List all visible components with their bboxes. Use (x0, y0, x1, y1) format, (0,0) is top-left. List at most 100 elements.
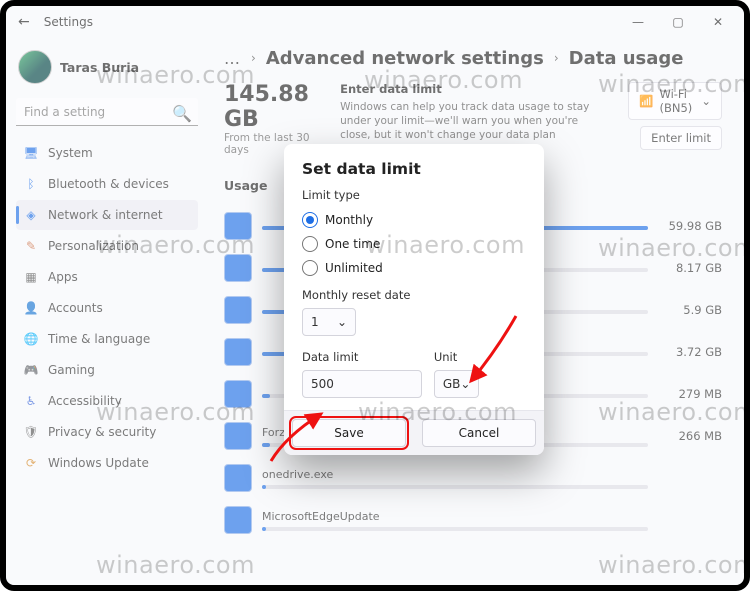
titlebar: ← Settings — ▢ ✕ (6, 6, 744, 38)
sidebar-item-accessibility[interactable]: ♿ Accessibility (16, 386, 198, 416)
avatar (18, 50, 52, 84)
app-usage-value: 266 MB (658, 429, 722, 443)
chevron-down-icon: ⌄ (337, 315, 347, 329)
app-usage-value: 5.9 GB (658, 303, 722, 317)
reset-date-select[interactable]: 1 ⌄ (302, 308, 356, 336)
sidebar-item-apps[interactable]: ▦ Apps (16, 262, 198, 292)
sidebar-item-label: Bluetooth & devices (48, 177, 169, 191)
search-input[interactable] (16, 98, 198, 126)
breadcrumb-parent[interactable]: Advanced network settings (266, 48, 544, 69)
sidebar-item-label: Time & language (48, 332, 150, 346)
enter-limit-button[interactable]: Enter limit (640, 126, 722, 150)
data-limit-label: Data limit (302, 350, 422, 364)
nav-icon: ᛒ (24, 177, 38, 191)
sidebar-item-privacy-security[interactable]: 🛡 Privacy & security (16, 417, 198, 447)
app-row: onedrive.exe (224, 457, 722, 499)
sidebar-item-label: Privacy & security (48, 425, 156, 439)
nav-icon: 🛡 (24, 425, 38, 439)
sidebar-item-time-language[interactable]: 🌐 Time & language (16, 324, 198, 354)
radio-onetime-label: One time (325, 237, 380, 251)
save-button[interactable]: Save (292, 419, 406, 447)
sidebar-item-label: Accessibility (48, 394, 122, 408)
limit-hint-body: Windows can help you track data usage to… (340, 101, 589, 141)
user-name: Taras Buria (60, 60, 139, 75)
app-icon (224, 212, 252, 240)
sidebar-item-label: Gaming (48, 363, 95, 377)
nav-icon: ⟳ (24, 456, 38, 470)
radio-icon (302, 260, 318, 276)
sidebar-item-bluetooth-devices[interactable]: ᛒ Bluetooth & devices (16, 169, 198, 199)
unit-select[interactable]: GB ⌄ (434, 370, 480, 398)
sidebar-item-windows-update[interactable]: ⟳ Windows Update (16, 448, 198, 478)
app-usage-value: 59.98 GB (658, 219, 722, 233)
app-icon (224, 296, 252, 324)
chevron-right-icon: › (251, 51, 256, 65)
app-usage-value: 3.72 GB (658, 345, 722, 359)
radio-icon (302, 236, 318, 252)
total-usage: 145.88 GB (224, 82, 322, 132)
close-button[interactable]: ✕ (698, 8, 738, 36)
sidebar-item-accounts[interactable]: 👤 Accounts (16, 293, 198, 323)
nav-icon: ▦ (24, 270, 38, 284)
app-icon (224, 506, 252, 534)
sidebar-item-network-internet[interactable]: ◈ Network & internet (16, 200, 198, 230)
unit-value: GB (443, 377, 461, 391)
set-data-limit-dialog: Set data limit Limit type Monthly One ti… (284, 144, 544, 455)
nav-icon: 👤 (24, 301, 38, 315)
window-title: Settings (44, 15, 93, 29)
app-name: MicrosoftEdgeUpdate (262, 510, 648, 523)
app-row: MicrosoftEdgeUpdate (224, 499, 722, 541)
search-box[interactable]: 🔍 (16, 98, 198, 126)
cancel-button[interactable]: Cancel (422, 419, 536, 447)
radio-monthly-label: Monthly (325, 213, 373, 227)
radio-unlimited-label: Unlimited (325, 261, 383, 275)
app-usage-value: 8.17 GB (658, 261, 722, 275)
nav-icon: 🎮 (24, 363, 38, 377)
dialog-title: Set data limit (302, 160, 526, 178)
app-usage-value: 279 MB (658, 387, 722, 401)
sidebar-item-personalization[interactable]: ✎ Personalization (16, 231, 198, 261)
app-icon (224, 422, 252, 450)
breadcrumb-current: Data usage (569, 48, 684, 69)
unit-label: Unit (434, 350, 526, 364)
nav-icon: ♿ (24, 394, 38, 408)
nav-icon: ◈ (24, 208, 38, 222)
sidebar-item-label: Network & internet (48, 208, 163, 222)
wifi-icon: 📶 (639, 94, 653, 108)
app-name: onedrive.exe (262, 468, 648, 481)
limit-hint-title: Enter data limit (340, 82, 610, 98)
app-icon (224, 254, 252, 282)
data-limit-input[interactable] (302, 370, 422, 398)
sidebar-item-label: Windows Update (48, 456, 149, 470)
reset-date-value: 1 (311, 315, 319, 329)
minimize-button[interactable]: — (618, 8, 658, 36)
nav-icon: 🖥 (24, 146, 38, 160)
app-icon (224, 380, 252, 408)
chevron-down-icon: ⌄ (460, 377, 470, 391)
sidebar-item-label: Accounts (48, 301, 103, 315)
radio-unlimited[interactable]: Unlimited (302, 256, 526, 280)
nav-icon: ✎ (24, 239, 38, 253)
sidebar-item-label: System (48, 146, 93, 160)
user-block[interactable]: Taras Buria (16, 46, 198, 94)
reset-date-label: Monthly reset date (302, 288, 526, 302)
radio-monthly[interactable]: Monthly (302, 208, 526, 232)
breadcrumb-overflow[interactable]: … (224, 49, 241, 68)
limit-type-label: Limit type (302, 188, 526, 202)
sidebar-item-system[interactable]: 🖥 System (16, 138, 198, 168)
network-selector-label: Wi-Fi (BN5) (659, 87, 695, 115)
chevron-down-icon: ⌄ (701, 94, 711, 108)
sidebar-item-label: Apps (48, 270, 78, 284)
app-icon (224, 464, 252, 492)
radio-icon (302, 212, 318, 228)
sidebar-item-label: Personalization (48, 239, 139, 253)
breadcrumb: … › Advanced network settings › Data usa… (224, 44, 722, 72)
network-selector[interactable]: 📶 Wi-Fi (BN5) ⌄ (628, 82, 722, 120)
back-button[interactable]: ← (18, 14, 30, 30)
maximize-button[interactable]: ▢ (658, 8, 698, 36)
sidebar: Taras Buria 🔍 🖥 System ᛒ Bluetooth & device… (6, 38, 206, 585)
chevron-right-icon: › (554, 51, 559, 65)
radio-onetime[interactable]: One time (302, 232, 526, 256)
nav-icon: 🌐 (24, 332, 38, 346)
sidebar-item-gaming[interactable]: 🎮 Gaming (16, 355, 198, 385)
